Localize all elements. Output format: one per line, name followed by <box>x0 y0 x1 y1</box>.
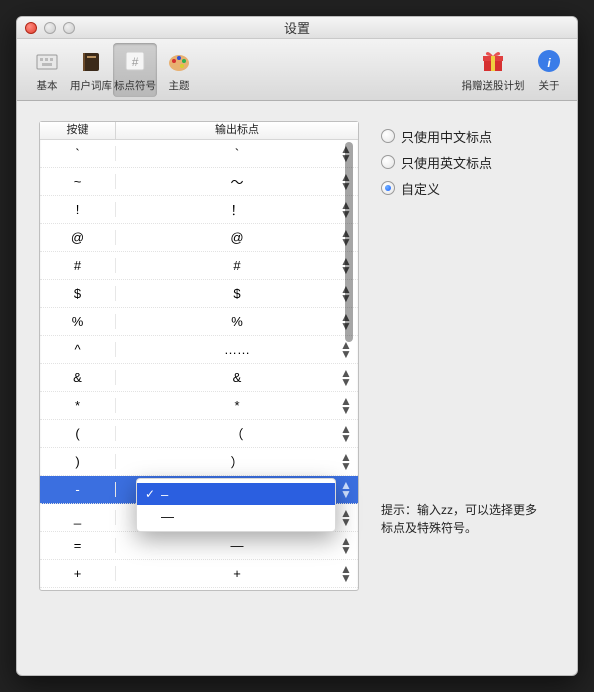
zoom-button[interactable] <box>63 22 75 34</box>
titlebar: 设置 <box>17 17 577 39</box>
cell-key: _ <box>40 510 116 525</box>
cell-key: $ <box>40 286 116 301</box>
window-title: 设置 <box>17 18 577 37</box>
cell-output[interactable]: @▲▼ <box>116 230 358 245</box>
tab-basic-label: 基本 <box>37 78 58 93</box>
cell-output[interactable]: `▲▼ <box>116 146 358 161</box>
radio-button[interactable] <box>381 181 395 195</box>
cell-output[interactable]: —▲▼ <box>116 538 358 553</box>
tab-punctuation[interactable]: # 标点符号 <box>113 43 157 97</box>
table-row[interactable]: (（▲▼ <box>40 420 358 448</box>
cell-output[interactable]: #▲▼ <box>116 258 358 273</box>
options-panel: 只使用中文标点只使用英文标点自定义 提示：输入zz，可以选择更多标点及特殊符号。 <box>359 121 565 655</box>
cell-key: # <box>40 258 116 273</box>
scrollbar[interactable] <box>342 142 356 588</box>
toolbar-right-group: 捐赠送股计划 i 关于 <box>457 43 569 97</box>
column-header-output[interactable]: 输出标点 <box>116 122 358 139</box>
close-button[interactable] <box>25 22 37 34</box>
cell-key: = <box>40 538 116 553</box>
tab-basic[interactable]: 基本 <box>25 43 69 97</box>
content-area: 按键 输出标点 ``▲▼~～▲▼!！▲▼@@▲▼##▲▼$$▲▼%%▲▼^……▲… <box>17 101 577 675</box>
tab-donate[interactable]: 捐赠送股计划 <box>457 43 529 97</box>
table-header: 按键 输出标点 <box>40 122 358 140</box>
info-icon: i <box>533 45 565 77</box>
cell-output[interactable]: ……▲▼ <box>116 342 358 357</box>
cell-key: ~ <box>40 174 116 189</box>
table-row[interactable]: [▲▼ <box>40 588 358 590</box>
radio-label: 只使用中文标点 <box>401 127 492 146</box>
cell-output[interactable]: *▲▼ <box>116 398 358 413</box>
tab-about[interactable]: i 关于 <box>529 43 569 97</box>
radio-option[interactable]: 只使用英文标点 <box>381 149 565 175</box>
column-header-key[interactable]: 按键 <box>40 122 116 139</box>
cell-key: % <box>40 314 116 329</box>
cell-key: + <box>40 566 116 581</box>
toolbar-left-group: 基本 用户词库 # 标点符号 主题 <box>25 43 201 97</box>
table-row[interactable]: @@▲▼ <box>40 224 358 252</box>
tab-about-label: 关于 <box>539 78 560 93</box>
table-row[interactable]: %%▲▼ <box>40 308 358 336</box>
keyboard-icon <box>31 45 63 77</box>
radio-button[interactable] <box>381 155 395 169</box>
tab-theme[interactable]: 主题 <box>157 43 201 97</box>
radio-button[interactable] <box>381 129 395 143</box>
cell-key: & <box>40 370 116 385</box>
cell-output[interactable]: ～▲▼ <box>116 172 358 191</box>
radio-option[interactable]: 只使用中文标点 <box>381 123 565 149</box>
table-row[interactable]: )）▲▼ <box>40 448 358 476</box>
table-row[interactable]: ++▲▼ <box>40 560 358 588</box>
cell-key: @ <box>40 230 116 245</box>
cell-key: ` <box>40 146 116 161</box>
cell-key: ) <box>40 454 116 469</box>
cell-output[interactable]: ）▲▼ <box>116 452 358 471</box>
tab-userdict[interactable]: 用户词库 <box>69 43 113 97</box>
tab-theme-label: 主题 <box>169 78 190 93</box>
window-controls <box>25 22 75 34</box>
hash-icon: # <box>119 45 151 77</box>
table-row[interactable]: !！▲▼ <box>40 196 358 224</box>
cell-key: ! <box>40 202 116 217</box>
cell-output[interactable]: （▲▼ <box>116 424 358 443</box>
toolbar: 基本 用户词库 # 标点符号 主题 <box>17 39 577 101</box>
minimize-button[interactable] <box>44 22 56 34</box>
cell-key: - <box>40 482 116 497</box>
cell-key: * <box>40 398 116 413</box>
cell-key: ( <box>40 426 116 441</box>
table-row[interactable]: **▲▼ <box>40 392 358 420</box>
table-row[interactable]: =—▲▼ <box>40 532 358 560</box>
cell-output[interactable]: &▲▼ <box>116 370 358 385</box>
table-row[interactable]: ~～▲▼ <box>40 168 358 196</box>
tab-userdict-label: 用户词库 <box>70 78 112 93</box>
dropdown-item[interactable]: — <box>137 505 335 527</box>
tab-donate-label: 捐赠送股计划 <box>462 78 525 93</box>
cell-output[interactable]: ！▲▼ <box>116 200 358 219</box>
dropdown-popup: –— <box>136 478 336 532</box>
gift-icon <box>477 45 509 77</box>
cell-key: ^ <box>40 342 116 357</box>
scroll-thumb[interactable] <box>345 142 353 342</box>
hint-text: 提示：输入zz，可以选择更多标点及特殊符号。 <box>381 501 541 537</box>
table-row[interactable]: ``▲▼ <box>40 140 358 168</box>
table-row[interactable]: ##▲▼ <box>40 252 358 280</box>
tab-punctuation-label: 标点符号 <box>114 78 156 93</box>
svg-text:#: # <box>132 55 139 69</box>
table-row[interactable]: $$▲▼ <box>40 280 358 308</box>
table-row[interactable]: ^……▲▼ <box>40 336 358 364</box>
table-row[interactable]: &&▲▼ <box>40 364 358 392</box>
dropdown-item[interactable]: – <box>137 483 335 505</box>
radio-option[interactable]: 自定义 <box>381 175 565 201</box>
cell-output[interactable]: +▲▼ <box>116 566 358 581</box>
preferences-window: 设置 基本 用户词库 # 标点符号 <box>16 16 578 676</box>
radio-label: 只使用英文标点 <box>401 153 492 172</box>
book-icon <box>75 45 107 77</box>
cell-output[interactable]: $▲▼ <box>116 286 358 301</box>
radio-label: 自定义 <box>401 179 440 198</box>
cell-output[interactable]: %▲▼ <box>116 314 358 329</box>
palette-icon <box>163 45 195 77</box>
